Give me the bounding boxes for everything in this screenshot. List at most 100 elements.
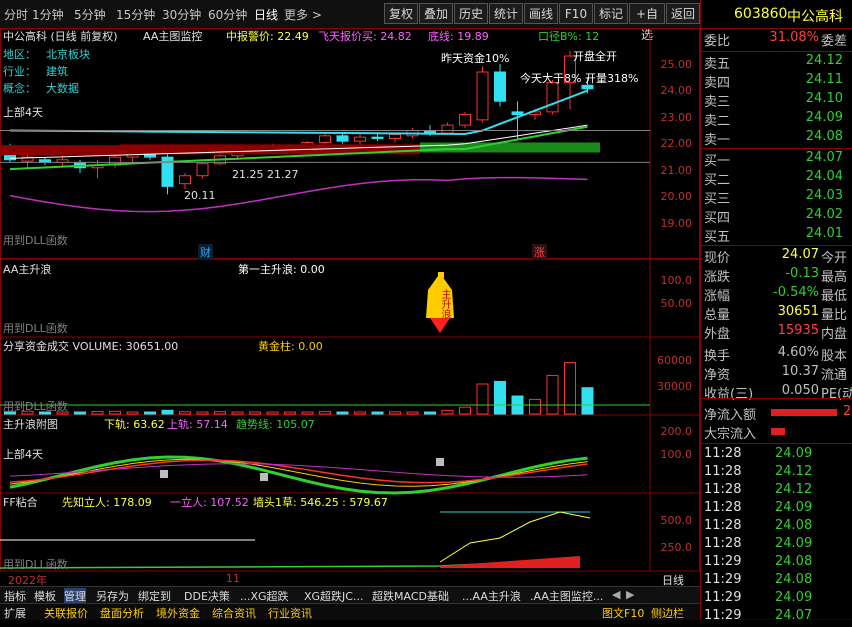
volume-bar [441,409,454,415]
tab-scroll-right-icon[interactable]: ▶ [626,588,634,601]
mark-button[interactable]: 标记 [594,3,628,24]
stat-row-label: 收益(三) [704,387,754,402]
sell-row-label: 卖一 [704,133,731,148]
back-button[interactable]: 返回 [666,3,700,24]
gold-pillar: 黄金柱: 0.00 [258,340,323,353]
buy-row: 买二 24.04 [701,169,852,188]
tab-aa-wave[interactable]: ...AA主升浪 [462,588,521,604]
y-tick: 25.00 [660,58,693,71]
tab-bind[interactable]: 绑定到 [138,588,171,604]
period-tab-timeshare[interactable]: 分时 [4,6,28,23]
netflow-label: 净流入额 [704,408,757,423]
period-tab-5min[interactable]: 5分钟 [74,6,106,23]
sell-row: 卖二 24.09 [701,110,852,129]
volume-bar [459,406,471,415]
buy-row-label: 买二 [704,173,731,188]
buy-row-value: 24.07 [805,150,843,165]
concept-label: 概念： [3,82,36,95]
tab-xg-oversold[interactable]: ...XG超跌 [240,588,289,604]
tick-row: 11:29 24.08 [701,572,852,591]
candle-body [196,163,209,177]
sell-row-value: 24.08 [805,129,843,144]
tab-xg-oversold-jc[interactable]: XG超跌JC... [304,588,363,604]
stat-row: 涨跌 -0.13 最高 [701,266,852,285]
period-tab-30min[interactable]: 30分钟 [162,6,201,23]
tab-indicator[interactable]: 指标 [4,588,26,604]
marker-square [436,458,444,466]
tab-manage[interactable]: 管理 [64,588,86,604]
period-tab-15min[interactable]: 15分钟 [116,6,155,23]
period-tab-60min[interactable]: 60分钟 [208,6,247,23]
stat-row-value: 15935 [777,323,819,338]
tab-dde[interactable]: DDE决策 [184,588,230,604]
overlay-button[interactable]: 叠加 [419,3,453,24]
stat-row-label: 净资 [704,368,731,383]
panel4-ann: 上部4天 [3,448,43,461]
tick-row: 11:29 24.08 [701,554,852,573]
upper-rail: 上轨: 57.14 [167,418,228,431]
fuquan-button[interactable]: 复权 [384,3,418,24]
f10-button[interactable]: F10 [559,3,593,24]
candle-body [511,111,524,116]
period-tab-1min[interactable]: 1分钟 [32,6,64,23]
period-toolbar: 分时 1分钟 5分钟 15分钟 30分钟 60分钟 日线 更多 > 复权 叠加 … [0,0,700,42]
tick-price: 24.08 [775,572,813,587]
panel3-title: 分享资金成交 VOLUME: 30651.00 [3,340,179,353]
sell-row-value: 24.09 [805,110,843,125]
quote-header: 603860 中公高科 [701,0,852,29]
tab-save-as[interactable]: 另存为 [96,588,129,604]
ann-left: 上部4天 [3,106,43,119]
draw-line-button[interactable]: 画线 [524,3,558,24]
sell-row: 卖三 24.10 [701,91,852,110]
tab-aa-monitor[interactable]: .AA主图监控... [530,588,603,604]
y-tick: 200.0 [660,425,693,438]
stat-row-extra: 股本 [821,349,848,364]
stats-button[interactable]: 统计 [489,3,523,24]
tick-row: 11:28 24.12 [701,464,852,483]
y-tick: 23.00 [660,111,693,124]
tick-row: 11:28 24.09 [701,446,852,465]
volume-bar [424,411,436,415]
volume-bar [231,411,244,415]
path-value: 口径B%: 12 [538,30,600,43]
history-button[interactable]: 历史 [454,3,488,24]
stat-row-extra: 内盘 [821,327,848,342]
period-tab-daily[interactable]: 日线 [254,6,278,23]
volume-bar [179,411,191,415]
stat-row-label: 现价 [704,251,731,266]
tab-template[interactable]: 模板 [34,588,56,604]
y-tick: 50.00 [660,297,693,310]
p5-red-area [440,556,580,568]
ann-yesterday: 昨天资金10% [441,52,510,65]
stat-row-value: 10.37 [781,364,819,379]
ann-volume: 开量318% [585,72,639,85]
add-favorite-button[interactable]: +自选 [629,3,665,42]
tab-macd[interactable]: 超跌MACD基础 [372,588,449,604]
volume-bar [406,411,419,415]
panel3-dll-note: 用到DLL函数 [3,400,68,413]
bell-text: 主升浪 [439,289,450,319]
volume-bar [389,411,401,415]
panel5-lines [0,511,591,569]
stat-row-extra: PE(动 [821,387,852,402]
candle-body [179,175,191,185]
tab-scroll-left-icon[interactable]: ◀ [612,588,620,601]
panel4-lines [9,455,588,495]
quote-panel: 603860 中公高科 委比 31.08% 委差 卖五 24.12 卖四 24.11 卖… [700,0,852,623]
indicator-name[interactable]: AA主图监控 [143,28,202,44]
weibi-value: 31.08% [769,30,819,45]
stat-row-extra: 量比 [821,308,848,323]
period-tab-more[interactable]: 更多 > [284,6,322,23]
stat-row-label: 涨幅 [704,289,731,304]
tick-time: 11:28 [704,518,742,533]
region-label: 地区： [3,48,36,61]
stat-row-label: 总量 [704,308,731,323]
volume-bar [529,398,541,415]
finance-badge[interactable]: 财 [198,244,213,260]
stock-code: 603860 [734,6,788,22]
wall-value: 墙头1草: 546.25 : 579.67 [253,496,388,509]
stat-row-label: 换手 [704,349,731,364]
candle-body [371,136,384,139]
rise-badge[interactable]: 涨 [532,244,547,260]
bigflow-bar [771,428,785,435]
